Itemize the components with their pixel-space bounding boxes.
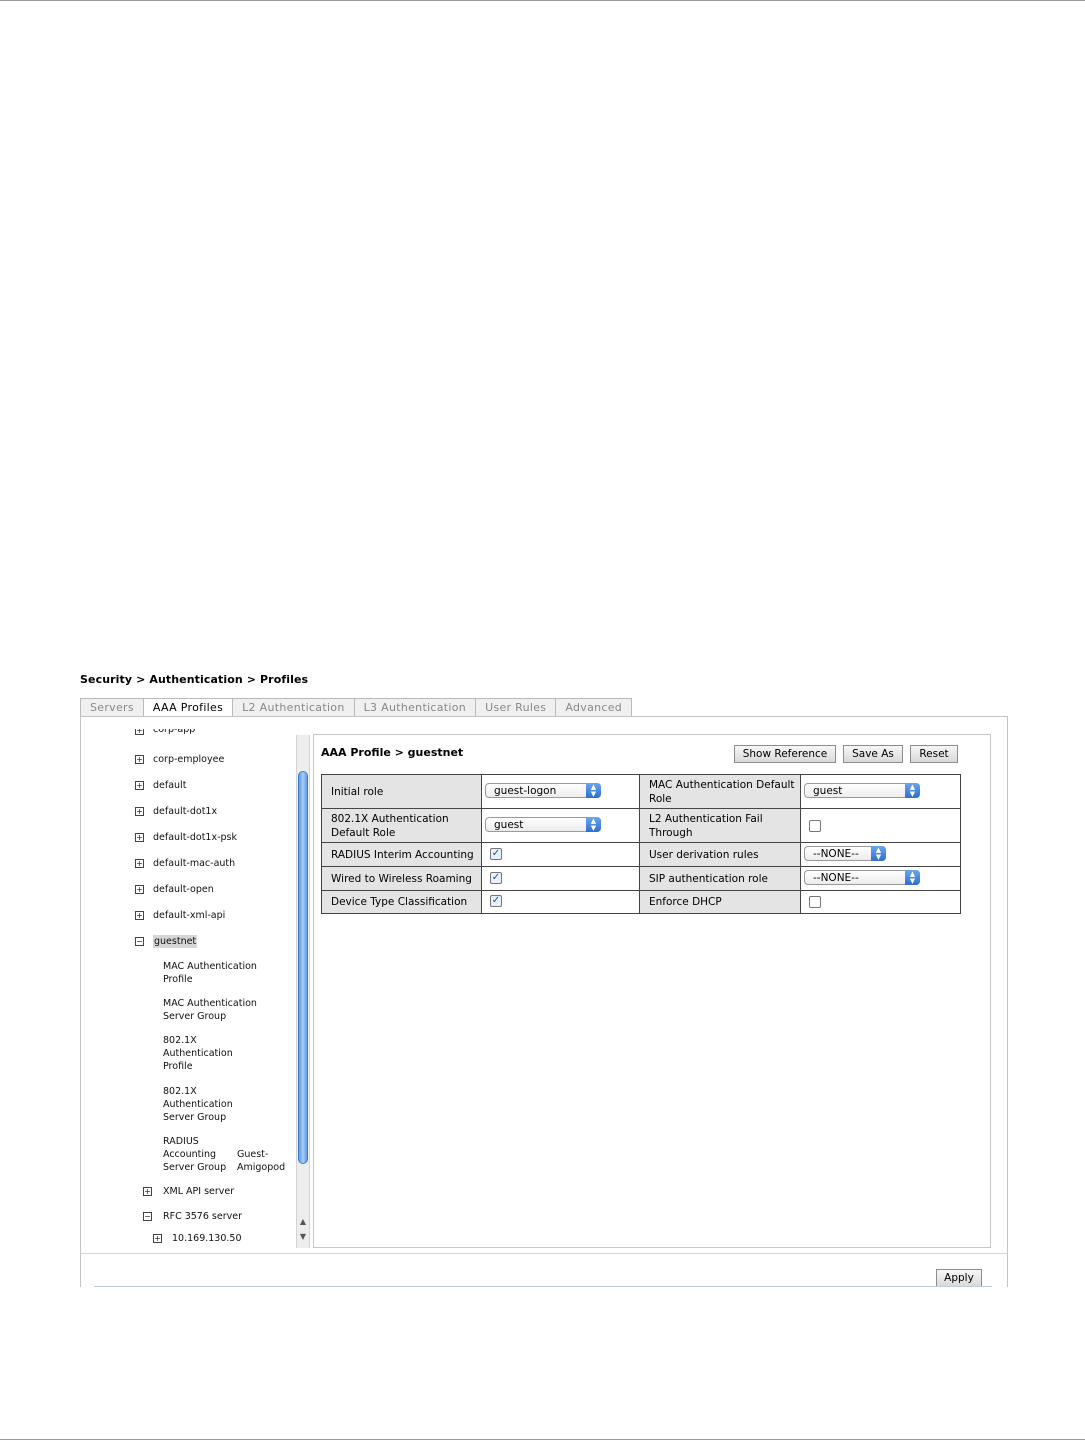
save-as-button[interactable]: Save As: [843, 745, 903, 763]
grid-divider: [322, 866, 960, 867]
tree-child-mac-auth-profile[interactable]: MAC Authentication Profile: [163, 960, 263, 986]
label-initial-role: Initial role: [322, 775, 481, 808]
tab-user-rules[interactable]: User Rules: [475, 698, 557, 716]
expand-icon[interactable]: +: [135, 833, 144, 842]
sip-role-select[interactable]: --NONE-- ▲ ▼: [804, 870, 920, 885]
select-value: --NONE--: [813, 872, 859, 884]
label-user-derivation: User derivation rules: [640, 843, 800, 866]
tree-item-label[interactable]: corp-app: [153, 729, 195, 736]
tab-aaa-profiles[interactable]: AAA Profiles: [142, 698, 234, 718]
reset-button[interactable]: Reset: [910, 745, 958, 763]
expand-icon[interactable]: +: [135, 807, 144, 816]
grid-divider: [322, 890, 960, 891]
tree-item-label[interactable]: RFC 3576 server: [163, 1210, 242, 1223]
tree-item-label[interactable]: default-mac-auth: [153, 857, 235, 870]
grid-divider: [800, 775, 801, 913]
collapse-icon[interactable]: −: [135, 937, 144, 946]
top-rule: [0, 0, 1085, 1]
bottom-rule: [0, 1439, 1085, 1440]
tree-child-dot1x-auth-profile[interactable]: 802.1X Authentication Profile: [163, 1034, 263, 1073]
expand-icon[interactable]: +: [135, 859, 144, 868]
label-wired-roaming: Wired to Wireless Roaming: [322, 867, 481, 890]
apply-button[interactable]: Apply: [936, 1269, 982, 1287]
tree-item-label[interactable]: corp-employee: [153, 753, 224, 766]
label-l2-fail-through: L2 Authentication Fail Through: [640, 809, 800, 842]
grid-divider: [322, 842, 960, 843]
breadcrumb: Security > Authentication > Profiles: [80, 673, 309, 686]
mac-default-role-select[interactable]: guest ▲ ▼: [804, 783, 920, 798]
label-dot1x-default-role: 802.1X Authentication Default Role: [322, 809, 481, 842]
expand-icon[interactable]: +: [135, 729, 144, 735]
label-sip-role: SIP authentication role: [640, 867, 800, 890]
expand-icon[interactable]: +: [135, 781, 144, 790]
select-arrows-icon: ▲ ▼: [871, 846, 886, 861]
select-value: guest-logon: [494, 785, 557, 797]
enforce-dhcp-checkbox[interactable]: [809, 896, 821, 908]
label-enforce-dhcp: Enforce DHCP: [640, 891, 800, 913]
tree-item-label[interactable]: default: [153, 779, 186, 792]
tree-child-radius-accounting-server-group[interactable]: RADIUS Accounting Server Group: [163, 1135, 233, 1174]
expand-icon[interactable]: +: [143, 1187, 152, 1196]
tab-bar: Servers AAA Profiles L2 Authentication L…: [80, 698, 633, 718]
select-arrows-icon: ▲ ▼: [905, 870, 920, 885]
user-derivation-select[interactable]: --NONE-- ▲ ▼: [804, 846, 886, 861]
label-radius-interim: RADIUS Interim Accounting: [322, 843, 481, 866]
tree-child-dot1x-server-group[interactable]: 802.1X Authentication Server Group: [163, 1085, 263, 1124]
select-arrows-icon: ▲ ▼: [586, 817, 601, 832]
tree-child-radius-accounting-value[interactable]: Guest- Amigopod: [237, 1148, 295, 1174]
tree-item-label[interactable]: default-xml-api: [153, 909, 225, 922]
tree-item-label[interactable]: guestnet: [153, 935, 198, 948]
grid-divider: [639, 775, 640, 913]
tree-child-mac-auth-server-group[interactable]: MAC Authentication Server Group: [163, 997, 263, 1023]
scrollbar-thumb[interactable]: [298, 771, 308, 1164]
grid-divider: [481, 775, 482, 913]
tree-item-label[interactable]: XML API server: [163, 1185, 234, 1198]
show-reference-button[interactable]: Show Reference: [734, 745, 836, 763]
tree-item-label[interactable]: 10.169.130.50: [172, 1232, 242, 1245]
profile-tree: + corp-app + corp-employee + default + d…: [80, 729, 295, 1247]
select-value: --NONE--: [813, 848, 859, 860]
tree-scrollbar[interactable]: ▲ ▼: [296, 735, 310, 1248]
select-arrows-icon: ▲ ▼: [586, 783, 601, 798]
l2-fail-through-checkbox[interactable]: [809, 820, 821, 832]
apply-bar: [80, 1253, 1008, 1287]
tab-l2-authentication[interactable]: L2 Authentication: [232, 698, 355, 716]
radius-interim-checkbox[interactable]: ✓: [490, 848, 502, 860]
dot1x-default-role-select[interactable]: guest ▲ ▼: [485, 817, 601, 832]
initial-role-select[interactable]: guest-logon ▲ ▼: [485, 783, 601, 798]
label-device-type: Device Type Classification: [322, 891, 481, 913]
grid-divider: [322, 808, 960, 809]
label-mac-default-role: MAC Authentication Default Role: [640, 775, 800, 808]
panel-title: AAA Profile > guestnet: [321, 746, 464, 759]
scroll-down-arrow-icon[interactable]: ▼: [297, 1231, 309, 1243]
select-value: guest: [813, 785, 843, 797]
tab-l3-authentication[interactable]: L3 Authentication: [353, 698, 477, 716]
collapse-icon[interactable]: −: [143, 1212, 152, 1221]
expand-icon[interactable]: +: [135, 911, 144, 920]
tree-item-label[interactable]: default-open: [153, 883, 214, 896]
device-type-checkbox[interactable]: ✓: [490, 895, 502, 907]
select-value: guest: [494, 819, 524, 831]
tree-item-label[interactable]: default-dot1x: [153, 805, 217, 818]
select-arrows-icon: ▲ ▼: [905, 783, 920, 798]
tab-advanced[interactable]: Advanced: [555, 698, 633, 716]
tree-item-label[interactable]: default-dot1x-psk: [153, 831, 237, 844]
expand-icon[interactable]: +: [135, 755, 144, 764]
wired-roaming-checkbox[interactable]: ✓: [490, 872, 502, 884]
tab-servers[interactable]: Servers: [80, 698, 144, 716]
scroll-up-arrow-icon[interactable]: ▲: [297, 1216, 309, 1228]
expand-icon[interactable]: +: [135, 885, 144, 894]
expand-icon[interactable]: +: [153, 1234, 162, 1243]
apply-bar-divider: [94, 1286, 992, 1287]
